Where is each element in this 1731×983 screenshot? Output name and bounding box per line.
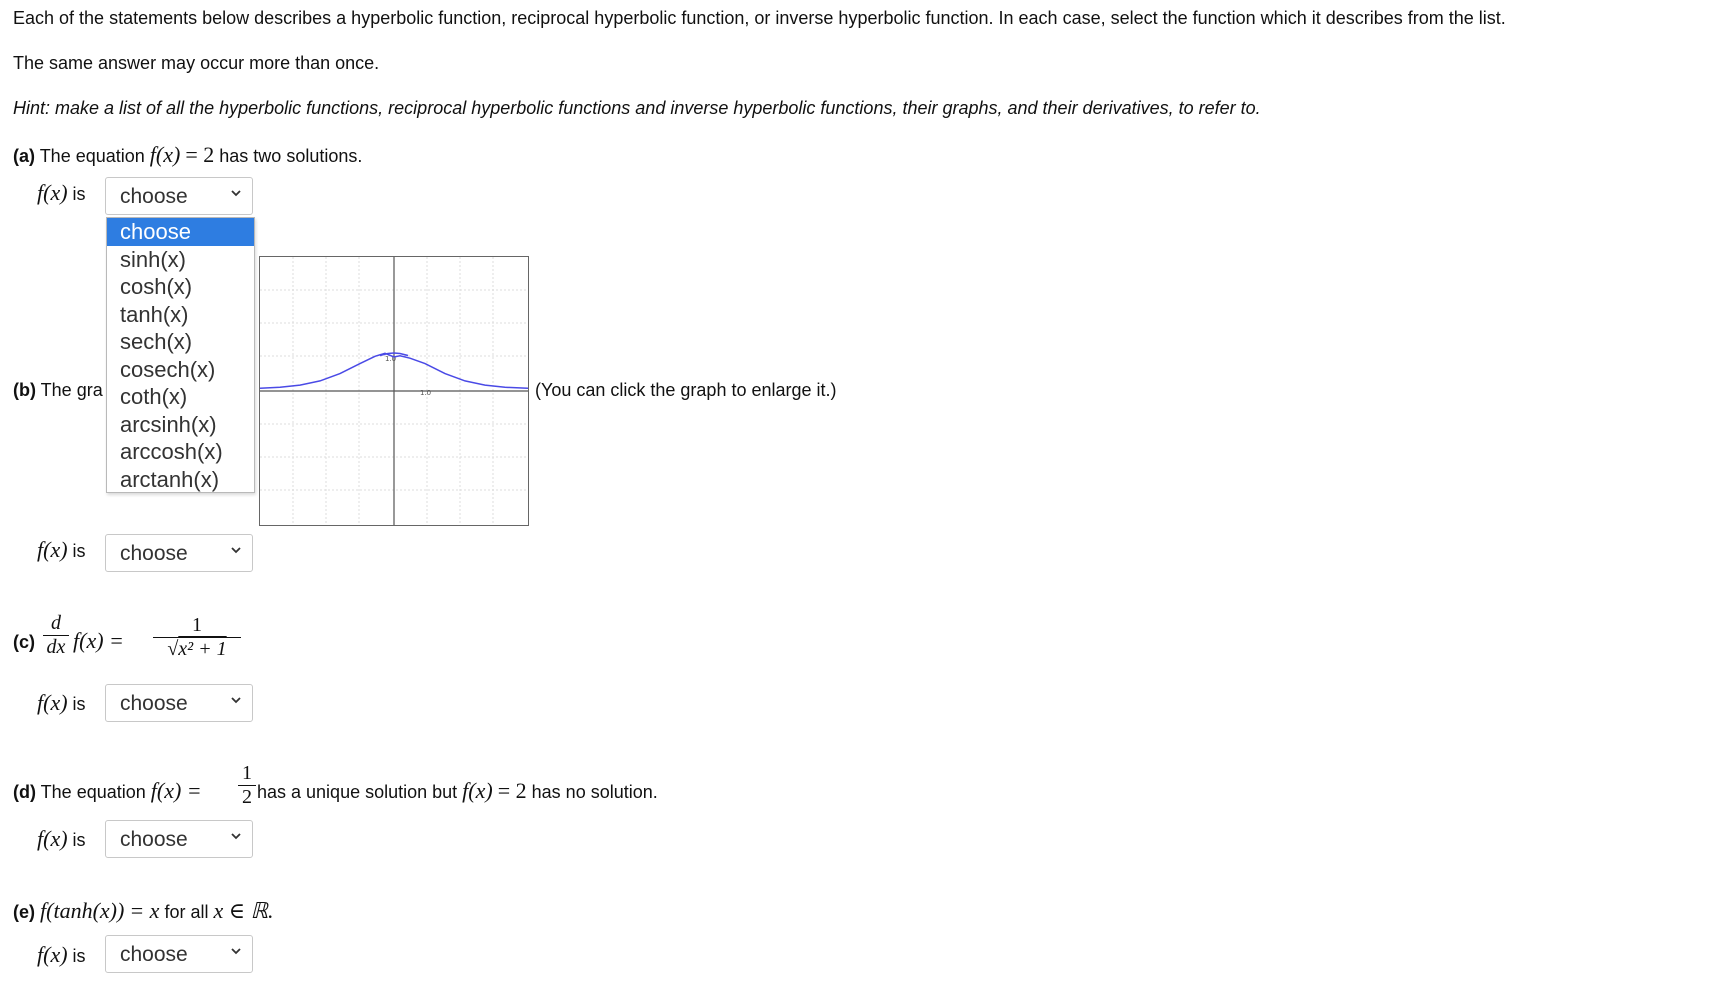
- dropdown-option[interactable]: cosh(x): [107, 273, 254, 301]
- chevron-down-icon: [231, 948, 241, 955]
- dropdown-option[interactable]: choose: [107, 218, 254, 246]
- part-d-select[interactable]: choose: [105, 820, 253, 858]
- dropdown-option[interactable]: arctanh(x): [107, 466, 254, 494]
- select-value: choose: [120, 943, 188, 966]
- select-value: choose: [120, 692, 188, 715]
- select-value: choose: [120, 542, 188, 565]
- part-c-label: (c): [13, 632, 35, 652]
- part-e-set: x ∈ ℝ.: [213, 898, 274, 923]
- intro-text: Each of the statements below describes a…: [13, 8, 1506, 28]
- part-a-select[interactable]: choose: [105, 177, 253, 215]
- dropdown-option[interactable]: arccosh(x): [107, 438, 254, 466]
- is-label: is: [72, 830, 86, 850]
- part-d-fx: f(x) =: [150, 778, 202, 803]
- is-label: is: [72, 541, 86, 561]
- fx-label: f(x): [37, 942, 68, 967]
- part-d-text1: The equation: [40, 782, 146, 802]
- part-a-label: (a): [13, 146, 35, 166]
- part-a-text1: The equation: [39, 146, 145, 166]
- part-d-label: (d): [13, 782, 36, 802]
- part-b-label: (b): [13, 380, 36, 400]
- part-e-fx: f(tanh(x)): [40, 898, 125, 923]
- fx-label: f(x): [37, 180, 68, 205]
- part-a-fx-is: f(x) is: [37, 180, 86, 206]
- part-e-label: (e): [13, 902, 35, 922]
- chevron-down-icon: [231, 547, 241, 554]
- dropdown-option[interactable]: arcsinh(x): [107, 411, 254, 439]
- part-d-num: 1: [238, 762, 256, 786]
- part-a-statement: (a) The equation f(x) = 2 has two soluti…: [13, 142, 362, 168]
- part-e-eq: = x: [129, 898, 160, 923]
- part-e-select[interactable]: choose: [105, 935, 253, 973]
- part-b-select[interactable]: choose: [105, 534, 253, 572]
- dropdown-option[interactable]: tanh(x): [107, 301, 254, 329]
- is-label: is: [72, 946, 86, 966]
- part-d-fx-is: f(x) is: [37, 826, 86, 852]
- x-tick-label: 1.0: [420, 389, 431, 397]
- fx-label: f(x): [37, 690, 68, 715]
- dropdown-option[interactable]: sinh(x): [107, 246, 254, 274]
- same-answer-text: The same answer may occur more than once…: [13, 53, 380, 73]
- fx-label: f(x): [37, 537, 68, 562]
- part-e-fx-is: f(x) is: [37, 942, 86, 968]
- chevron-down-icon: [231, 833, 241, 840]
- part-a-fx: f(x): [149, 142, 181, 167]
- part-c-fx-is: f(x) is: [37, 690, 86, 716]
- is-label: is: [72, 694, 86, 714]
- part-b-fx-is: f(x) is: [37, 537, 86, 563]
- part-c-select[interactable]: choose: [105, 684, 253, 722]
- fx-label: f(x): [37, 826, 68, 851]
- graph-note: (You can click the graph to enlarge it.): [535, 380, 837, 400]
- part-e-text: for all: [164, 902, 209, 922]
- dropdown-option[interactable]: coth(x): [107, 383, 254, 411]
- graph-svg: 1.0 1.0: [259, 257, 529, 525]
- part-a-text2: has two solutions.: [219, 146, 363, 166]
- dropdown-option[interactable]: cosech(x): [107, 356, 254, 384]
- part-c-fx: f(x) =: [73, 628, 124, 653]
- part-a-eq: = 2: [185, 142, 215, 167]
- part-c-num: 1: [153, 614, 241, 638]
- part-d-text3: has no solution.: [531, 782, 658, 802]
- part-d-den: 2: [242, 786, 252, 808]
- part-d-eq2: = 2: [497, 778, 527, 803]
- chevron-down-icon: [231, 697, 241, 704]
- part-c-fraction: 1 √x² + 1: [153, 614, 241, 661]
- part-d-fx2: f(x): [462, 778, 493, 803]
- select-value: choose: [120, 185, 188, 208]
- chevron-down-icon: [231, 190, 241, 197]
- part-c-derivative: d dx: [43, 612, 69, 659]
- hint-text: Hint: make a list of all the hyperbolic …: [13, 98, 1261, 118]
- dropdown-option[interactable]: sech(x): [107, 328, 254, 356]
- select-value: choose: [120, 828, 188, 851]
- part-c-dx: dx: [46, 636, 66, 658]
- sech-graph[interactable]: 1.0 1.0: [259, 256, 529, 526]
- part-d-fraction: 1 2: [238, 762, 256, 809]
- part-d-text2: has a unique solution but: [257, 782, 458, 802]
- dropdown-list: choose sinh(x) cosh(x) tanh(x) sech(x) c…: [106, 217, 255, 493]
- part-c-den: √x² + 1: [167, 638, 227, 660]
- is-label: is: [72, 184, 86, 204]
- part-b-text: The gra: [40, 380, 103, 400]
- part-b-statement: (b) The gra: [13, 380, 103, 401]
- part-e-statement: (e) f(tanh(x)) = x for all x ∈ ℝ.: [13, 898, 273, 924]
- part-c-d: d: [43, 612, 69, 636]
